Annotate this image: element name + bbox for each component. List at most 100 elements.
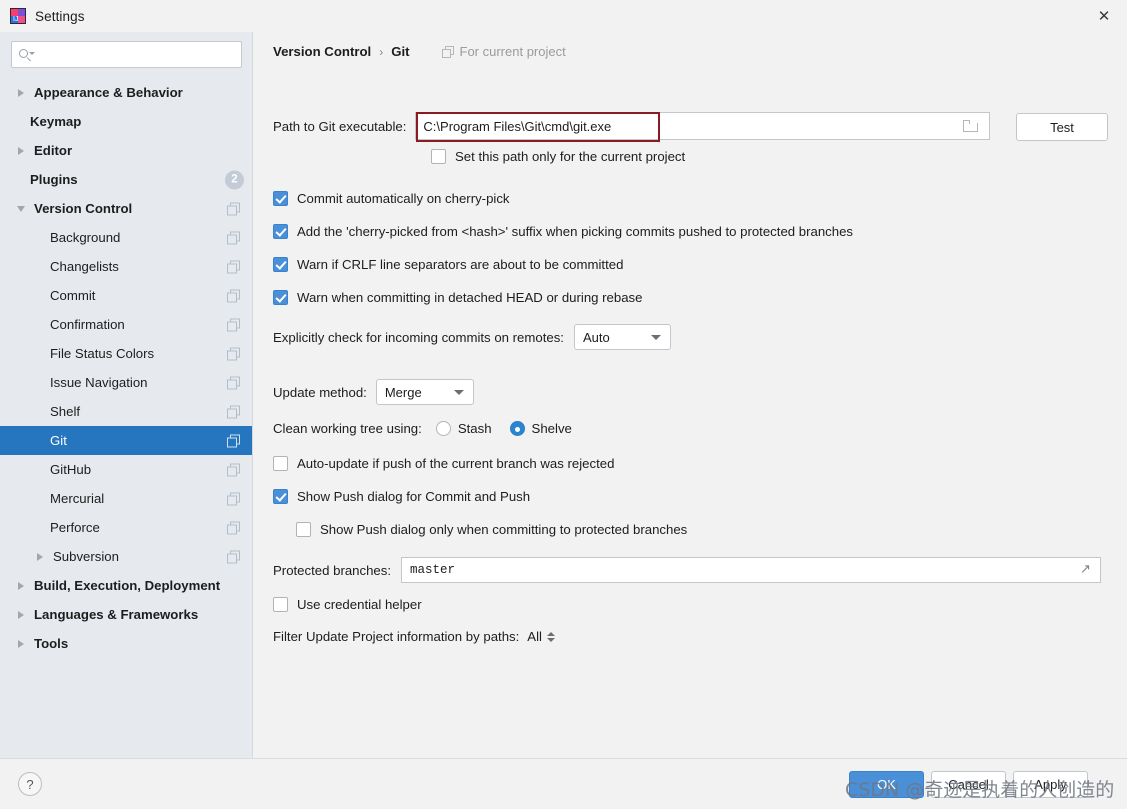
cancel-button[interactable]: Cancel bbox=[931, 771, 1006, 798]
shelve-label: Shelve bbox=[532, 421, 572, 436]
git-executable-field[interactable]: C:\Program Files\Git\cmd\git.exe bbox=[415, 112, 990, 140]
project-scope-icon bbox=[227, 463, 240, 476]
breadcrumb-parent[interactable]: Version Control bbox=[273, 44, 371, 59]
apply-button[interactable]: Apply bbox=[1013, 771, 1088, 798]
breadcrumb-current: Git bbox=[391, 44, 409, 59]
sidebar-item-tools[interactable]: Tools bbox=[0, 629, 252, 658]
use-credential-helper-checkbox[interactable] bbox=[273, 597, 288, 612]
sidebar-item-label: Git bbox=[50, 433, 67, 448]
sidebar-item-background[interactable]: Background bbox=[0, 223, 252, 252]
sidebar-item-label: Build, Execution, Deployment bbox=[34, 578, 220, 593]
sidebar-item-build-execution-deployment[interactable]: Build, Execution, Deployment bbox=[0, 571, 252, 600]
sidebar-item-label: GitHub bbox=[50, 462, 91, 477]
set-path-only-checkbox[interactable] bbox=[431, 149, 446, 164]
incoming-commits-label: Explicitly check for incoming commits on… bbox=[273, 330, 564, 345]
sidebar-item-label: Mercurial bbox=[50, 491, 104, 506]
for-current-project-text: For current project bbox=[460, 44, 566, 59]
filter-update-stepper[interactable] bbox=[547, 632, 555, 642]
test-button[interactable]: Test bbox=[1016, 113, 1108, 141]
project-scope-icon bbox=[227, 318, 240, 331]
auto-update-row[interactable]: Auto-update if push of the current branc… bbox=[273, 456, 614, 471]
protected-branches-field[interactable]: master ↗ bbox=[401, 557, 1101, 583]
sidebar-item-label: Tools bbox=[34, 636, 68, 651]
chevron-right-icon[interactable] bbox=[12, 611, 30, 619]
chevron-right-icon[interactable] bbox=[12, 640, 30, 648]
checkbox-row[interactable]: Add the 'cherry-picked from <hash>' suff… bbox=[273, 224, 853, 239]
chevron-right-icon[interactable] bbox=[12, 582, 30, 590]
search-input[interactable] bbox=[34, 47, 235, 62]
warn-detached-head-label: Warn when committing in detached HEAD or… bbox=[297, 290, 642, 305]
sidebar-item-git[interactable]: Git bbox=[0, 426, 252, 455]
show-push-dialog-protected-row[interactable]: Show Push dialog only when committing to… bbox=[296, 522, 687, 537]
project-scope-icon bbox=[227, 231, 240, 244]
sidebar-item-label: Confirmation bbox=[50, 317, 125, 332]
chevron-down-icon[interactable] bbox=[12, 206, 30, 212]
folder-icon[interactable] bbox=[963, 120, 978, 132]
sidebar-item-label: Commit bbox=[50, 288, 95, 303]
warn-detached-head-checkbox[interactable] bbox=[273, 290, 288, 305]
project-scope-icon bbox=[227, 492, 240, 505]
sidebar-item-version-control[interactable]: Version Control bbox=[0, 194, 252, 223]
chevron-right-icon[interactable] bbox=[12, 89, 30, 97]
update-method-select[interactable]: Merge bbox=[376, 379, 474, 405]
clean-working-tree-row: Clean working tree using: Stash Shelve bbox=[273, 421, 590, 436]
checkbox-row[interactable]: Warn when committing in detached HEAD or… bbox=[273, 290, 642, 305]
sidebar-item-editor[interactable]: Editor bbox=[0, 136, 252, 165]
expand-arrow-icon[interactable]: ↗ bbox=[1080, 564, 1092, 576]
set-path-only-row[interactable]: Set this path only for the current proje… bbox=[431, 149, 685, 164]
search-icon bbox=[18, 47, 34, 63]
stash-radio[interactable] bbox=[436, 421, 451, 436]
project-scope-icon bbox=[227, 347, 240, 360]
chevron-down-icon bbox=[651, 335, 661, 340]
chevron-right-icon[interactable] bbox=[12, 147, 30, 155]
ok-button[interactable]: OK bbox=[849, 771, 924, 798]
window-title: Settings bbox=[35, 9, 85, 24]
project-scope-icon bbox=[227, 376, 240, 389]
sidebar-item-subversion[interactable]: Subversion bbox=[0, 542, 252, 571]
commit-automatically-cherry-pick-checkbox[interactable] bbox=[273, 191, 288, 206]
sidebar-item-keymap[interactable]: Keymap bbox=[0, 107, 252, 136]
filter-update-row: Filter Update Project information by pat… bbox=[273, 629, 555, 644]
sidebar-item-languages-frameworks[interactable]: Languages & Frameworks bbox=[0, 600, 252, 629]
sidebar-item-file-status-colors[interactable]: File Status Colors bbox=[0, 339, 252, 368]
breadcrumb-separator-icon: › bbox=[379, 45, 383, 59]
show-push-dialog-row[interactable]: Show Push dialog for Commit and Push bbox=[273, 489, 530, 504]
sidebar-item-perforce[interactable]: Perforce bbox=[0, 513, 252, 542]
sidebar-item-shelf[interactable]: Shelf bbox=[0, 397, 252, 426]
auto-update-checkbox[interactable] bbox=[273, 456, 288, 471]
warn-crlf-checkbox[interactable] bbox=[273, 257, 288, 272]
update-method-row: Update method: Merge bbox=[273, 379, 474, 405]
dialog-footer: ? OK Cancel Apply bbox=[0, 758, 1127, 809]
sidebar-item-github[interactable]: GitHub bbox=[0, 455, 252, 484]
sidebar-item-label: Languages & Frameworks bbox=[34, 607, 198, 622]
filter-update-value[interactable]: All bbox=[527, 629, 542, 644]
help-icon[interactable]: ? bbox=[18, 772, 42, 796]
intellij-logo-icon: IJ bbox=[10, 8, 26, 24]
cherry-picked-suffix-checkbox[interactable] bbox=[273, 224, 288, 239]
sidebar-item-mercurial[interactable]: Mercurial bbox=[0, 484, 252, 513]
show-push-dialog-checkbox[interactable] bbox=[273, 489, 288, 504]
close-icon[interactable]: ✕ bbox=[1081, 0, 1127, 32]
use-credential-helper-row[interactable]: Use credential helper bbox=[273, 597, 422, 612]
sidebar-item-label: Editor bbox=[34, 143, 72, 158]
search-box[interactable] bbox=[11, 41, 242, 68]
sidebar-item-plugins[interactable]: Plugins2 bbox=[0, 165, 252, 194]
breadcrumb: Version Control › Git For current projec… bbox=[273, 44, 566, 59]
chevron-right-icon[interactable] bbox=[31, 553, 49, 561]
sidebar-item-commit[interactable]: Commit bbox=[0, 281, 252, 310]
checkbox-row[interactable]: Commit automatically on cherry-pick bbox=[273, 191, 510, 206]
sidebar-item-confirmation[interactable]: Confirmation bbox=[0, 310, 252, 339]
set-path-only-label: Set this path only for the current proje… bbox=[455, 149, 685, 164]
checkbox-row[interactable]: Warn if CRLF line separators are about t… bbox=[273, 257, 623, 272]
project-scope-icon bbox=[227, 260, 240, 273]
git-executable-value: C:\Program Files\Git\cmd\git.exe bbox=[416, 119, 611, 134]
incoming-commits-row: Explicitly check for incoming commits on… bbox=[273, 324, 671, 350]
incoming-commits-select[interactable]: Auto bbox=[574, 324, 671, 350]
sidebar-item-changelists[interactable]: Changelists bbox=[0, 252, 252, 281]
protected-branches-value: master bbox=[402, 563, 455, 577]
sidebar-item-appearance-behavior[interactable]: Appearance & Behavior bbox=[0, 78, 252, 107]
sidebar-item-issue-navigation[interactable]: Issue Navigation bbox=[0, 368, 252, 397]
sidebar-item-label: Shelf bbox=[50, 404, 80, 419]
shelve-radio[interactable] bbox=[510, 421, 525, 436]
show-push-dialog-protected-checkbox[interactable] bbox=[296, 522, 311, 537]
